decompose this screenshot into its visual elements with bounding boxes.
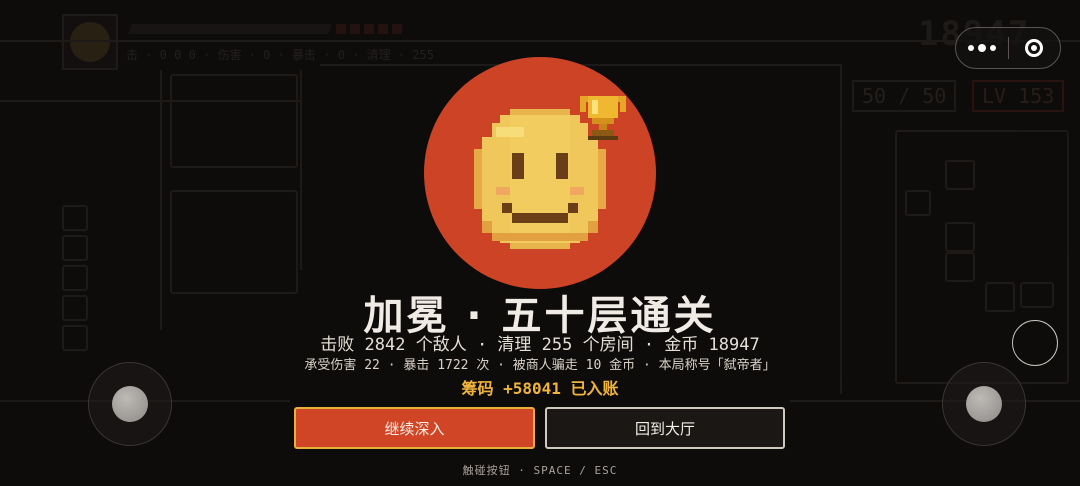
close-target-icon xyxy=(1025,39,1044,57)
hud-stats-text: 击 · 0 0 0 · 伤害 · 0 · 暴击 · 0 · 清理 · 255 xyxy=(126,48,434,62)
control-hint: 触碰按钮 · SPACE / ESC xyxy=(462,464,618,477)
more-dots-icon xyxy=(967,45,974,51)
mini-program-capsule xyxy=(955,27,1061,69)
continue-button[interactable]: 继续深入 xyxy=(294,407,535,449)
close-button[interactable] xyxy=(1009,28,1061,68)
trophy-icon xyxy=(580,96,626,140)
bg-room xyxy=(170,190,298,294)
bg-slot xyxy=(945,252,975,282)
bg-slot xyxy=(62,235,88,261)
chips-reward: 筹码 +58041 已入账 xyxy=(461,379,619,398)
hud-hp-display: 50 / 50 xyxy=(852,80,957,112)
lobby-button[interactable]: 回到大厅 xyxy=(545,407,785,449)
bg-slot xyxy=(905,190,931,216)
bg-slot xyxy=(62,205,88,231)
bg-slot xyxy=(945,222,975,252)
bg-line xyxy=(0,40,1080,42)
bg-slot xyxy=(945,160,975,190)
top-progress-bar xyxy=(128,24,332,34)
hud-level-display: LV 153 xyxy=(972,80,1065,112)
result-summary: 击败 2842 个敌人 · 清理 255 个房间 · 金币 18947 xyxy=(320,335,760,355)
bg-line xyxy=(790,400,1080,402)
bg-room xyxy=(170,74,298,168)
hp-ticks xyxy=(336,24,402,34)
bg-line xyxy=(300,70,302,270)
result-details: 承受伤害 22 · 暴击 1722 次 · 被商人骗走 10 金币 · 本局称号… xyxy=(304,358,776,373)
player-avatar-thumb xyxy=(62,14,118,70)
more-button[interactable] xyxy=(956,28,1008,68)
